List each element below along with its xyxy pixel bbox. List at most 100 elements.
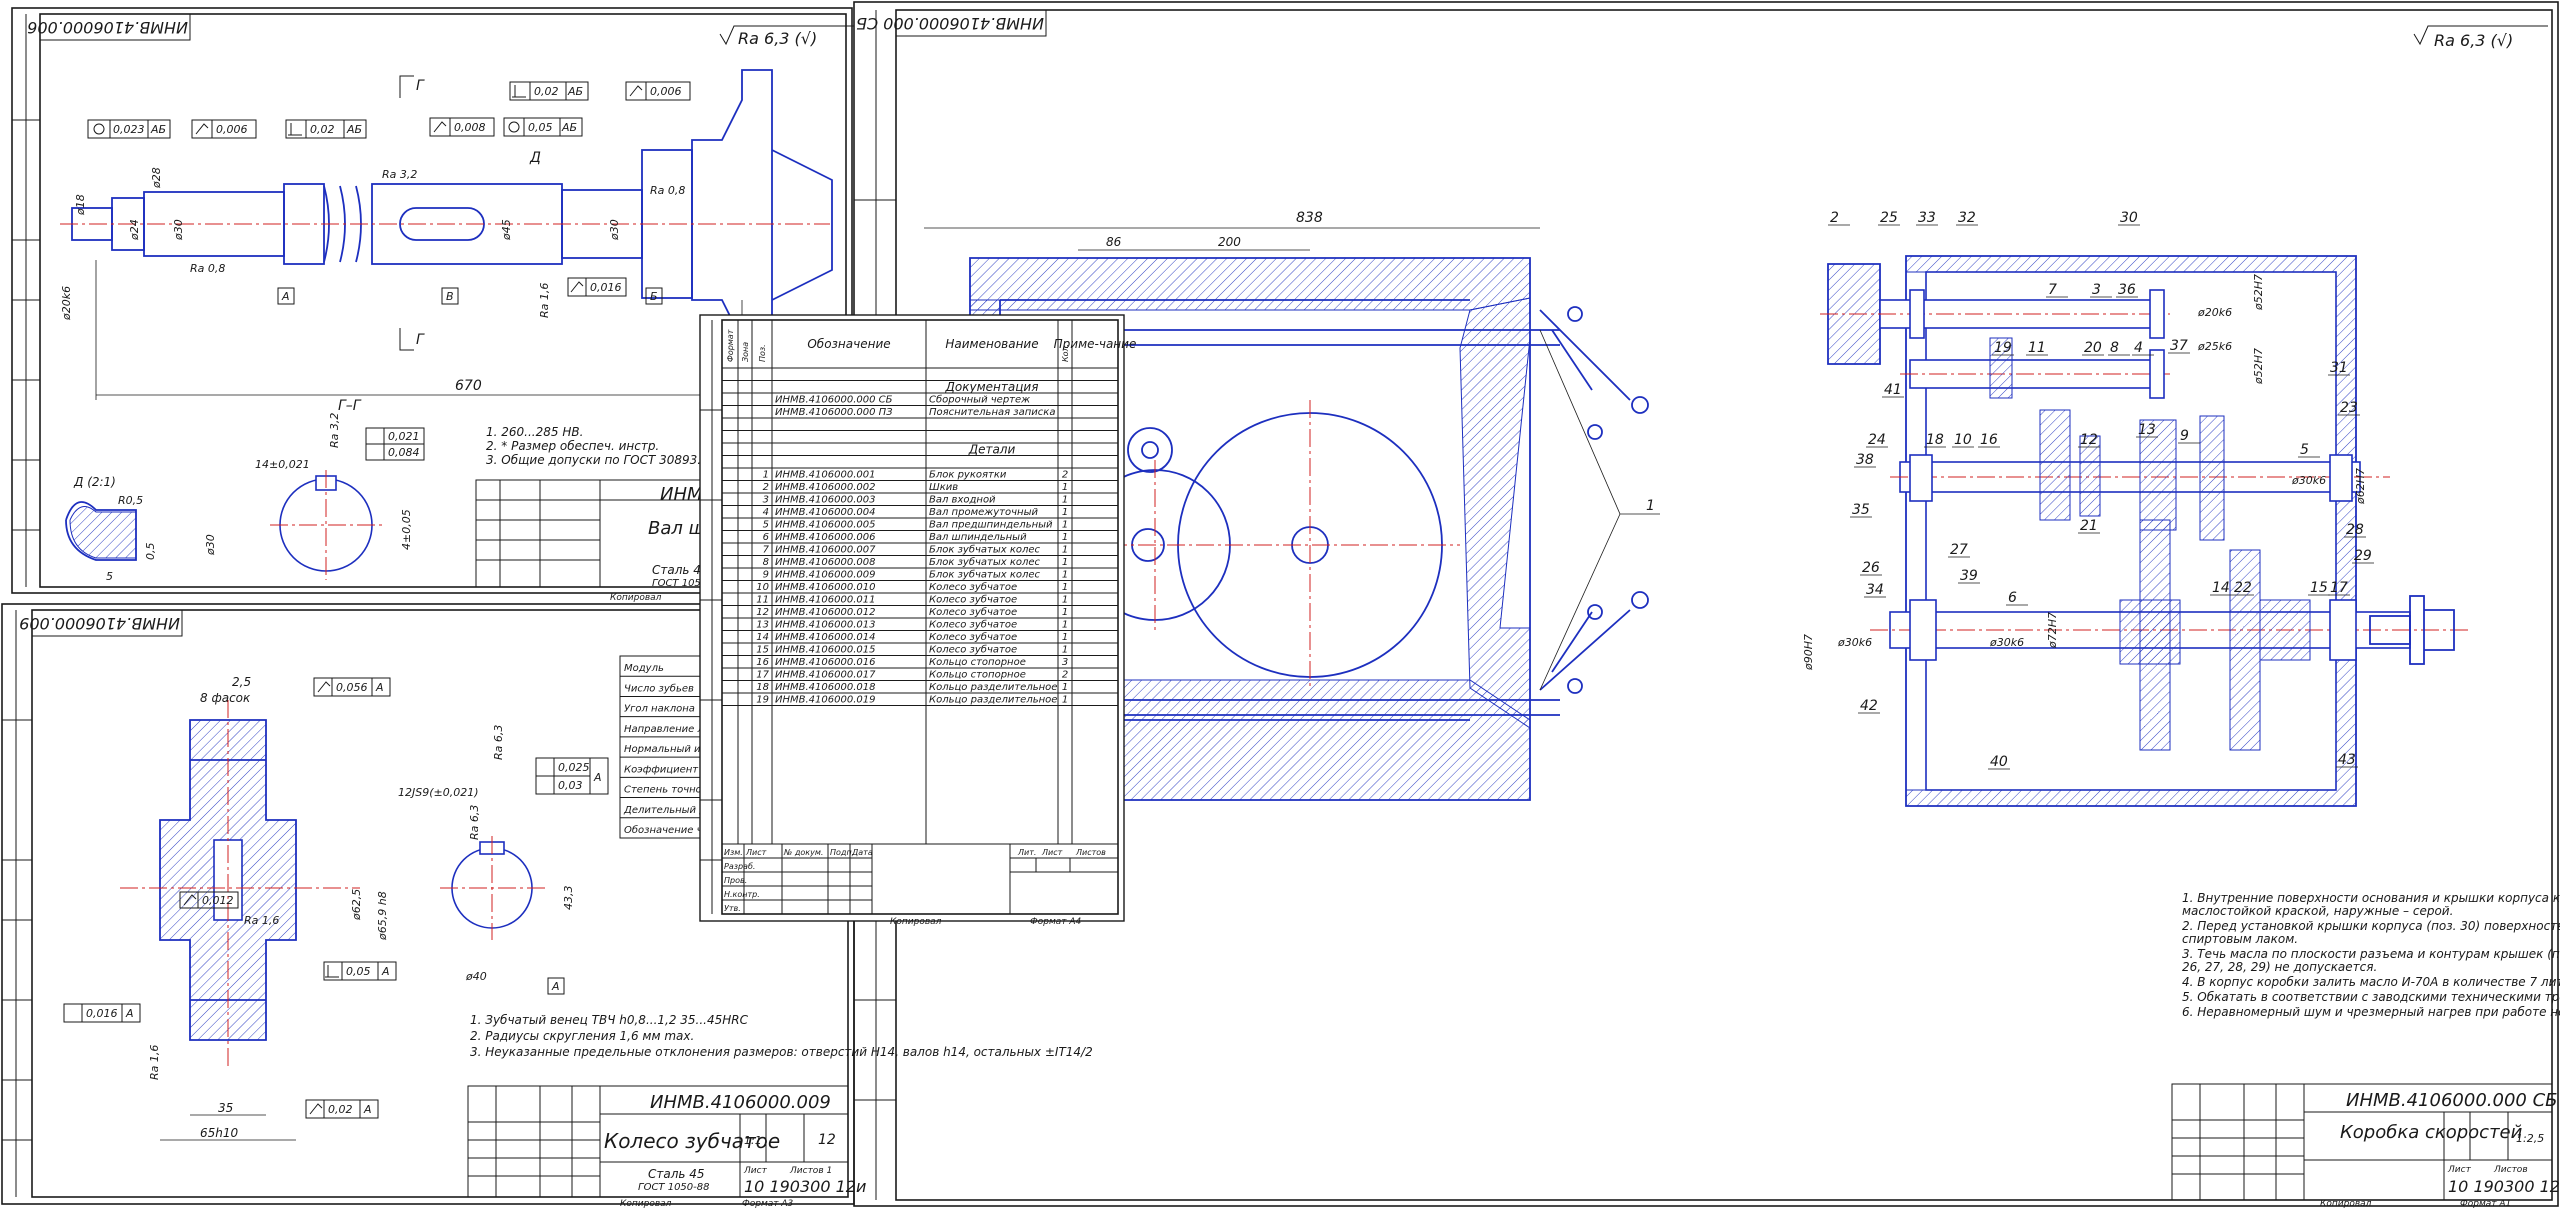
spec-row-code-14: ИНМВ.4106000.015 (775, 645, 875, 656)
assembly-label-12: 19 (1994, 340, 2012, 356)
spec-row-code-7: ИНМВ.4106000.008 (775, 557, 875, 568)
spec-row-qty-15: 3 (1062, 657, 1068, 668)
assembly-label-39: 34 (1866, 582, 1884, 598)
spec-row-name-7: Блок зубчатых колес (929, 556, 1041, 568)
assembly-notes: 1. Внутренние поверхности основания и кр… (2182, 891, 2560, 1019)
hub-ra63a: Ra 6,3 (492, 725, 505, 760)
gear-tb-mass: 12 (818, 1132, 836, 1148)
gear-format: Формат А3 (742, 1199, 794, 1208)
spec-row-qty-12: 1 (1062, 620, 1068, 631)
spec-row-name-6: Блок зубчатых колес (929, 544, 1041, 556)
spec-row-pos-9: 10 (756, 582, 769, 593)
spec-header-2: Поз. (758, 344, 767, 362)
spec-row-qty-17: 1 (1062, 682, 1068, 693)
gear-param-0: Модуль (624, 663, 664, 674)
spec-row-name-2: Вал входной (929, 495, 996, 506)
spec-row-qty-2: 1 (1062, 495, 1068, 506)
section-tol2: 0,084 (388, 446, 420, 459)
assembly-label-32: 21 (2080, 518, 2098, 534)
spec-row-name-13: Колесо зубчатое (929, 631, 1017, 643)
assembly-label-1: 25 (1880, 210, 1898, 226)
assembly-label-16: 4 (2134, 340, 2143, 356)
datum-a: А (281, 290, 290, 303)
spec-row-qty-0: 2 (1062, 470, 1068, 481)
spec-row-pos-15: 16 (756, 657, 769, 668)
gear-code-stamp: ИНМВ.4106000.009 (19, 614, 180, 633)
spec-row-qty-4: 1 (1062, 520, 1068, 531)
assembly-note-5: 6. Неравномерный шум и чрезмерный нагрев… (2182, 1005, 2560, 1019)
assembly-label-28: 5 (2300, 442, 2309, 458)
spec-row-code-11: ИНМВ.4106000.012 (775, 607, 875, 618)
spec-row-name-4: Вал предшпиндельный (929, 520, 1053, 531)
assembly-roughness: Ra 6,3 (√) (2434, 31, 2513, 50)
dim-838: 838 (1296, 210, 1323, 226)
spec-row-name-11: Колесо зубчатое (929, 606, 1017, 618)
assembly-tb-code: ИНМВ.4106000.000 СБ (2346, 1090, 2557, 1111)
assembly-tb-sheet: Лист (2447, 1165, 2472, 1175)
assembly-label-7: 36 (2118, 282, 2136, 298)
gear-tol1: 0,056 (336, 681, 368, 694)
gear-tol3-datum: А (381, 965, 390, 978)
spec-tb-sign: Подп. (830, 848, 854, 857)
assembly-note-3: 4. В корпус коробки залить масло И-70А в… (2182, 975, 2560, 989)
gear-tol5: 0,02 (328, 1103, 353, 1116)
spec-row-pos-13: 14 (756, 632, 769, 643)
spec-row-pos-8: 9 (763, 570, 769, 581)
assembly-label-4: 30 (2120, 210, 2138, 226)
spec-row-pos-2: 3 (763, 495, 769, 506)
spec-row-pos-0: 1 (763, 470, 769, 481)
gear-section (120, 700, 360, 1070)
section-tol1: 0,021 (388, 430, 420, 443)
assembly-label-47: ø30k6 (1989, 636, 2024, 649)
assembly-label-27: 9 (2180, 428, 2189, 444)
spec-tb-appr: Утв. (724, 904, 741, 913)
gear-ra16a: Ra 1,6 (244, 914, 279, 927)
gear-length: 65h10 (200, 1126, 239, 1140)
assembly-note-1: 2. Перед установкой крышки корпуса (поз.… (2182, 919, 2560, 946)
gear-note-1: 1. Зубчатый венец ТВЧ h0,8...1,2 35...45… (470, 1013, 749, 1027)
spec-row-code-5: ИНМВ.4106000.006 (775, 532, 875, 543)
spec-row-name-15: Кольцо стопорное (929, 657, 1026, 668)
assembly-label-48: ø90H7 (1802, 634, 1815, 671)
detail-mark: Д (529, 150, 541, 166)
gear-note-3: 3. Неуказанные предельные отклонения раз… (470, 1045, 1093, 1059)
spec-row-pos-6: 7 (763, 545, 770, 556)
dim-d24: ø24 (128, 219, 141, 241)
hub-tol1: 0,025 (558, 761, 590, 774)
spec-row-qty-10: 1 (1062, 595, 1068, 606)
assembly-tb-org: 10 190300 12и (2448, 1177, 2560, 1196)
spec-row-name-17: Кольцо разделительное (929, 682, 1057, 693)
detail-dim3: ø30 (204, 534, 217, 556)
assembly-note-0: 1. Внутренние поверхности основания и кр… (2182, 891, 2560, 918)
spec-row-code-2: ИНМВ.4106000.003 (775, 495, 875, 506)
dim-ra08a: Ra 0,8 (190, 262, 225, 275)
hub-ra63b: Ra 6,3 (468, 805, 481, 840)
section-width: 14±0,021 (255, 458, 310, 471)
assembly-note-4: 5. Обкатать в соответствии с заводскими … (2182, 990, 2560, 1004)
tol-8: АБ (561, 121, 577, 134)
shaft-code-stamp: ИНМВ.4106000.006 (27, 18, 188, 37)
datum-b: Б (650, 290, 658, 303)
assembly-label-33: 35 (1852, 502, 1870, 518)
assembly-label-34: 28 (2346, 522, 2364, 538)
assembly-label-5: 7 (2048, 282, 2057, 298)
gear-hub-section: Ra 6,3 0,025 А 0,03 Ra 6,3 12JS9(±0,021)… (398, 725, 609, 995)
spec-row-qty-13: 1 (1062, 632, 1068, 643)
spec-row-code-0: ИНМВ.4106000.001 (775, 470, 875, 481)
dim-200: 200 (1218, 235, 1241, 249)
spec-row-name-12: Колесо зубчатое (929, 619, 1017, 631)
spec-row-qty-5: 1 (1062, 532, 1068, 543)
detail-title: Д (2:1) (73, 475, 116, 489)
spec-row-code-10: ИНМВ.4106000.011 (775, 595, 875, 606)
spec-tb-lit: Лит. (1017, 848, 1036, 857)
spec-row-qty-3: 1 (1062, 507, 1068, 518)
spec-row-qty-11: 1 (1062, 607, 1068, 618)
tol-11: 0,006 (650, 85, 682, 98)
spec-tb-sheet: Лист (1041, 848, 1063, 857)
tol-3: 0,006 (216, 123, 248, 136)
spec-row-code-15: ИНМВ.4106000.016 (775, 657, 875, 668)
spec-row-pos-18: 19 (756, 695, 769, 706)
spec-row-code-13: ИНМВ.4106000.014 (775, 632, 875, 643)
spec-row-qty-9: 1 (1062, 582, 1068, 593)
assembly-label-49: 42 (1860, 698, 1878, 714)
